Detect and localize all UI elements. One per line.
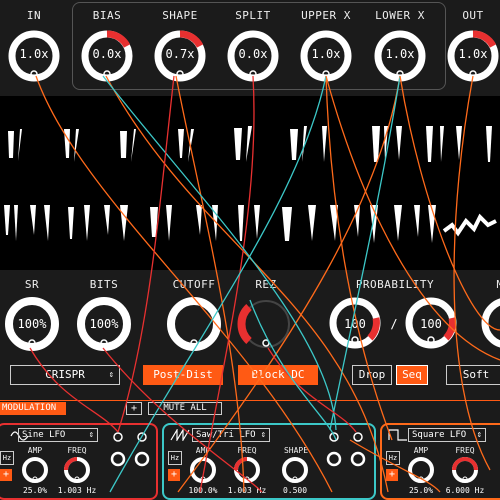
top-knob-value-3: 0.0x xyxy=(238,47,268,61)
probability-value-2: 100 xyxy=(420,317,442,331)
drop-button[interactable]: Drop xyxy=(352,365,392,385)
probability-value-1: 100 xyxy=(344,317,366,331)
top-knob-label-6: OUT xyxy=(462,9,484,22)
freq-value-3: 6.000 Hz xyxy=(445,486,485,495)
top-knob-label-3: SPLIT xyxy=(235,9,271,22)
chevron-updown-icon: ⇕ xyxy=(108,370,114,380)
plus-icon[interactable]: + xyxy=(386,469,398,481)
mid-knob-value-1: 100% xyxy=(89,317,119,331)
mode-select[interactable]: CRISPR ⇕ xyxy=(10,365,120,385)
plus-icon[interactable]: + xyxy=(168,469,180,481)
waveform-input-svg xyxy=(8,126,492,162)
freq-knob-2[interactable] xyxy=(232,455,262,485)
lfo-panel-square: Square LFO ⇕ Hz + AMP FREQ 25.0% 6.000 Hz xyxy=(380,423,500,500)
hz-toggle-1[interactable]: Hz xyxy=(0,451,14,465)
chevron-updown-icon: ⇕ xyxy=(260,430,266,440)
mid-knob-label-3: REZ xyxy=(255,278,277,291)
plus-icon[interactable]: + xyxy=(0,469,12,481)
lfo-type-label-3: Square LFO xyxy=(412,430,467,440)
hz-toggle-2[interactable]: Hz xyxy=(168,451,182,465)
lfo-panel-saw: Saw/Tri LFO ⇕ Hz + AMP FREQ SHAPE 100.0% … xyxy=(162,423,376,500)
seq-button[interactable]: Seq xyxy=(396,365,428,385)
waveform-input-display xyxy=(0,96,500,191)
amp-value-2: 100.0% xyxy=(188,486,218,495)
waveform-output-display xyxy=(0,191,500,270)
top-knob-value-1: 0.0x xyxy=(92,47,122,61)
mode-select-label: CRISPR xyxy=(45,368,85,381)
amp-knob-3[interactable] xyxy=(406,455,436,485)
freq-label-1: FREQ xyxy=(67,446,87,455)
lfo-type-label-1: Sine LFO xyxy=(22,430,66,440)
top-knob-value-6: 1.0x xyxy=(458,47,488,61)
mid-knob-label-1: BITS xyxy=(89,278,119,291)
lfo-output-ports-1[interactable] xyxy=(110,429,154,473)
lfo-type-select-1[interactable]: Sine LFO ⇕ xyxy=(18,428,98,442)
mute-all-button[interactable]: MUTE ALL xyxy=(148,402,222,415)
hz-toggle-3[interactable]: Hz xyxy=(386,451,400,465)
amp-knob-1[interactable] xyxy=(20,455,50,485)
lfo-output-ports-2[interactable] xyxy=(326,429,370,473)
mid-knob-label-2: CUTOFF xyxy=(172,278,216,291)
block-dc-button[interactable]: Block DC xyxy=(238,365,318,385)
mid-knob-3[interactable] xyxy=(237,295,295,353)
post-dist-button[interactable]: Post-Dist xyxy=(143,365,223,385)
partial-knob[interactable] xyxy=(480,296,500,350)
top-knob-label-2: SHAPE xyxy=(162,9,198,22)
freq-label-2: FREQ xyxy=(237,446,257,455)
freq-label-3: FREQ xyxy=(455,446,475,455)
saw-wave-icon xyxy=(170,429,190,441)
top-knob-label-0: IN xyxy=(26,9,42,22)
lfo-panel-sine: Sine LFO ⇕ Hz + AMP FREQ 25.0% 1.003 Hz xyxy=(0,423,158,500)
soft-button[interactable]: Soft xyxy=(446,365,500,385)
shape-label-2: SHAPE xyxy=(283,446,309,455)
freq-value-2: 1.003 Hz xyxy=(227,486,267,495)
top-knob-label-5: LOWER X xyxy=(375,9,425,22)
square-wave-icon xyxy=(388,429,407,441)
chevron-updown-icon: ⇕ xyxy=(476,430,482,440)
amp-label-3: AMP xyxy=(413,446,429,455)
probability-label: PROBABILITY xyxy=(355,278,435,291)
next-label-partial: M xyxy=(490,278,500,291)
amp-label-1: AMP xyxy=(27,446,43,455)
lfo-type-select-3[interactable]: Square LFO ⇕ xyxy=(408,428,486,442)
mid-knob-label-0: SR xyxy=(24,278,40,291)
amp-value-3: 25.0% xyxy=(408,486,434,495)
chevron-updown-icon: ⇕ xyxy=(88,430,94,440)
freq-knob-1[interactable] xyxy=(62,455,92,485)
modulation-divider xyxy=(0,400,500,401)
lfo-type-label-2: Saw/Tri LFO xyxy=(196,430,256,440)
top-knob-value-5: 1.0x xyxy=(385,47,415,61)
mid-knob-value-0: 100% xyxy=(17,317,47,331)
amp-value-1: 25.0% xyxy=(22,486,48,495)
top-knob-value-0: 1.0x xyxy=(19,47,49,61)
top-knob-label-1: BIAS xyxy=(92,9,122,22)
add-modulator-button[interactable]: + xyxy=(126,402,142,415)
top-knob-value-4: 1.0x xyxy=(311,47,341,61)
shape-knob-2[interactable] xyxy=(280,455,310,485)
modulation-title: MODULATION xyxy=(0,402,66,415)
amp-label-2: AMP xyxy=(195,446,211,455)
top-knob-label-4: UPPER X xyxy=(301,9,351,22)
freq-value-1: 1.003 Hz xyxy=(57,486,97,495)
mid-knob-2[interactable] xyxy=(165,295,223,353)
waveform-output-svg xyxy=(4,205,497,243)
freq-knob-3[interactable] xyxy=(450,455,480,485)
top-knob-value-2: 0.7x xyxy=(165,47,195,61)
probability-separator: / xyxy=(390,317,398,331)
amp-knob-2[interactable] xyxy=(188,455,218,485)
lfo-type-select-2[interactable]: Saw/Tri LFO ⇕ xyxy=(192,428,270,442)
shape-value-2: 0.500 xyxy=(282,486,308,495)
